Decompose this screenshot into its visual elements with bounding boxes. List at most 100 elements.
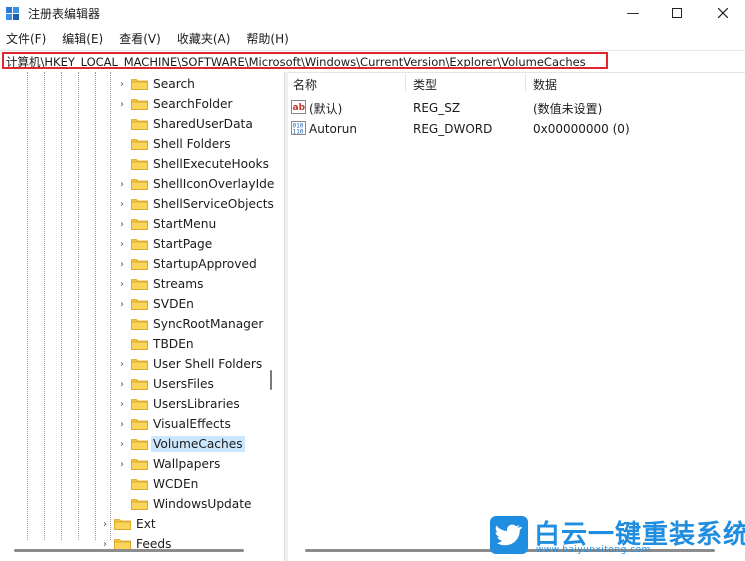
tree-item[interactable]: › StartupApproved xyxy=(117,254,257,274)
value-name: Autorun xyxy=(309,122,358,136)
tree-item-label: StartPage xyxy=(153,237,213,251)
chevron-right-icon[interactable]: › xyxy=(100,519,110,530)
folder-icon xyxy=(131,418,148,430)
address-path[interactable]: 计算机\HKEY_LOCAL_MACHINE\SOFTWARE\Microsof… xyxy=(2,52,608,69)
menu-help[interactable]: 帮助(H) xyxy=(240,28,294,48)
folder-icon xyxy=(131,158,148,170)
column-header-type[interactable]: 类型 xyxy=(413,76,437,93)
tree-item-label: SearchFolder xyxy=(153,97,233,111)
chevron-right-icon[interactable]: › xyxy=(117,399,127,410)
tree-item[interactable]: › Search xyxy=(117,74,195,94)
tree-item[interactable]: › UsersFiles xyxy=(117,374,214,394)
menu-edit[interactable]: 编辑(E) xyxy=(56,28,109,48)
tree-item[interactable]: › SVDEn xyxy=(117,294,194,314)
tree-item[interactable]: › StartMenu xyxy=(117,214,216,234)
close-button[interactable] xyxy=(700,0,745,26)
value-name: (默认) xyxy=(309,101,343,116)
tree-item[interactable]: › VolumeCaches xyxy=(117,434,245,454)
tree-item-label: StartMenu xyxy=(153,217,217,231)
string-value-icon: ab xyxy=(291,100,306,114)
value-type: REG_DWORD xyxy=(413,122,493,136)
tree-item[interactable]: › Wallpapers xyxy=(117,454,220,474)
folder-icon xyxy=(114,518,131,530)
tree-item[interactable]: › Ext xyxy=(100,514,156,534)
key-tree-pane[interactable]: › Search › SearchFolder SharedUserData Shell … xyxy=(0,72,284,561)
tree-item-label: WindowsUpdate xyxy=(153,497,252,511)
chevron-right-icon[interactable]: › xyxy=(117,359,127,370)
folder-icon xyxy=(131,478,148,490)
tree-item[interactable]: WindowsUpdate xyxy=(117,494,252,514)
chevron-right-icon[interactable]: › xyxy=(100,539,110,550)
dword-value-icon: 010 110 xyxy=(291,121,306,136)
folder-icon xyxy=(131,218,148,230)
chevron-right-icon[interactable]: › xyxy=(117,439,127,450)
tree-item-label: Search xyxy=(153,77,195,91)
column-header-data[interactable]: 数据 xyxy=(533,76,557,93)
title-bar[interactable]: 注册表编辑器 — xyxy=(0,0,745,26)
tree-item[interactable]: › ShellServiceObjects xyxy=(117,194,274,214)
chevron-right-icon[interactable]: › xyxy=(117,379,127,390)
tree-item-label: WCDEn xyxy=(153,477,199,491)
tree-item-label: VolumeCaches xyxy=(151,436,245,452)
folder-icon xyxy=(131,78,148,90)
column-header-name[interactable]: 名称 xyxy=(293,76,317,93)
chevron-right-icon[interactable]: › xyxy=(117,419,127,430)
values-pane[interactable]: 名称 类型 数据 ab (默认) REG_SZ (数值未设置) 010 110 … xyxy=(287,72,745,561)
folder-icon xyxy=(131,138,148,150)
address-bar[interactable]: 计算机\HKEY_LOCAL_MACHINE\SOFTWARE\Microsof… xyxy=(0,50,745,73)
tree-scrollbar-thumb[interactable] xyxy=(270,370,272,390)
maximize-icon xyxy=(672,8,682,18)
tree-item[interactable]: › User Shell Folders xyxy=(117,354,262,374)
value-data: 0x00000000 (0) xyxy=(533,122,630,136)
tree-item-label: StartupApproved xyxy=(153,257,257,271)
folder-icon xyxy=(131,498,148,510)
tree-item-label: Streams xyxy=(153,277,204,291)
chevron-right-icon[interactable]: › xyxy=(117,199,127,210)
tree-item[interactable]: › VisualEffects xyxy=(117,414,231,434)
tree-item[interactable]: TBDEn xyxy=(117,334,194,354)
maximize-button[interactable] xyxy=(654,0,700,26)
folder-icon xyxy=(131,338,148,350)
folder-icon xyxy=(131,278,148,290)
tree-guide-line xyxy=(44,72,46,540)
chevron-right-icon[interactable]: › xyxy=(117,219,127,230)
tree-item-label: User Shell Folders xyxy=(153,357,263,371)
tree-item[interactable]: ShellExecuteHooks xyxy=(117,154,269,174)
tree-guide-line xyxy=(27,72,29,540)
tree-horizontal-scrollbar[interactable] xyxy=(14,549,244,552)
tree-item-label: SyncRootManager xyxy=(153,317,264,331)
tree-item[interactable]: Shell Folders xyxy=(117,134,231,154)
menu-file[interactable]: 文件(F) xyxy=(0,28,52,48)
tree-item[interactable]: SyncRootManager xyxy=(117,314,263,334)
value-row[interactable]: 010 110 Autorun REG_DWORD 0x00000000 (0) xyxy=(287,119,737,139)
menu-view[interactable]: 查看(V) xyxy=(113,28,167,48)
chevron-right-icon[interactable]: › xyxy=(117,299,127,310)
chevron-right-icon[interactable]: › xyxy=(117,459,127,470)
tree-item[interactable]: › StartPage xyxy=(117,234,212,254)
chevron-right-icon[interactable]: › xyxy=(117,99,127,110)
value-type: REG_SZ xyxy=(413,101,461,115)
folder-icon xyxy=(131,358,148,370)
chevron-right-icon[interactable]: › xyxy=(117,179,127,190)
folder-icon xyxy=(131,98,148,110)
column-separator[interactable] xyxy=(405,74,406,92)
tree-item[interactable]: WCDEn xyxy=(117,474,198,494)
tree-item[interactable]: SharedUserData xyxy=(117,114,253,134)
column-separator[interactable] xyxy=(525,74,526,92)
chevron-right-icon[interactable]: › xyxy=(117,279,127,290)
menu-favorites[interactable]: 收藏夹(A) xyxy=(171,28,237,48)
tree-item-label: UsersFiles xyxy=(153,377,214,391)
chevron-right-icon[interactable]: › xyxy=(117,259,127,270)
close-icon xyxy=(718,8,728,18)
tree-item[interactable]: › UsersLibraries xyxy=(117,394,240,414)
tree-item-label: SharedUserData xyxy=(153,117,253,131)
value-row[interactable]: ab (默认) REG_SZ (数值未设置) xyxy=(287,98,737,118)
chevron-right-icon[interactable]: › xyxy=(117,79,127,90)
tree-guide-line xyxy=(61,72,63,540)
tree-item[interactable]: › ShellIconOverlayIde xyxy=(117,174,274,194)
tree-item-label: TBDEn xyxy=(153,337,194,351)
tree-item[interactable]: › Streams xyxy=(117,274,203,294)
chevron-right-icon[interactable]: › xyxy=(117,239,127,250)
minimize-button[interactable]: — xyxy=(610,0,656,26)
tree-item[interactable]: › SearchFolder xyxy=(117,94,233,114)
